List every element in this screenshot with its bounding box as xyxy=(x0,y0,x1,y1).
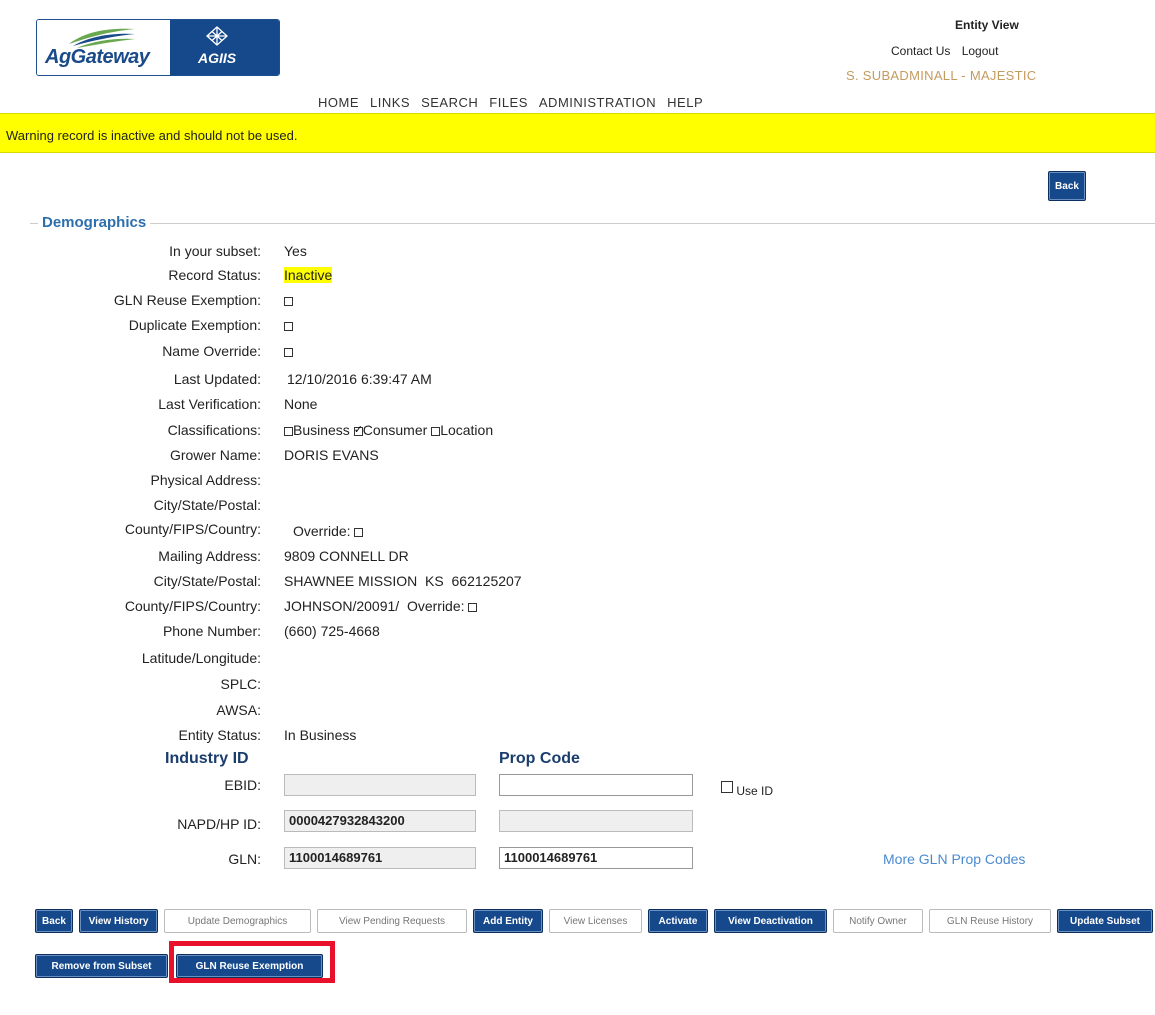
agiis-text: AGIIS xyxy=(198,50,237,66)
back-button-top[interactable]: Back xyxy=(1048,171,1086,201)
remove-from-subset-button[interactable]: Remove from Subset xyxy=(35,954,168,978)
use-id-label: Use ID xyxy=(736,784,774,798)
aggateway-text: AgGateway xyxy=(45,46,150,68)
aggateway-agiis-logo[interactable]: AgGateway AGIIS xyxy=(36,19,280,76)
value-entity-status: In Business xyxy=(284,727,357,743)
value-mailing-county: JOHNSON/20091/ Override: xyxy=(284,598,465,614)
nav-help[interactable]: HELP xyxy=(667,95,703,110)
more-gln-prop-codes-link[interactable]: More GLN Prop Codes xyxy=(883,851,1025,867)
napd-prop-input[interactable] xyxy=(499,810,693,832)
name-override-checkbox[interactable] xyxy=(284,347,293,357)
ebid-prop-input[interactable] xyxy=(499,774,693,796)
aggateway-logo: AgGateway xyxy=(37,20,170,75)
value-record-status: Inactive xyxy=(284,267,333,283)
label-awsa: AWSA: xyxy=(216,702,261,718)
nav-files[interactable]: FILES xyxy=(489,95,528,110)
label-mailing-county: County/FIPS/Country: xyxy=(124,598,261,614)
label-napd-hp-id: NAPD/HP ID: xyxy=(177,816,261,832)
label-gln: GLN: xyxy=(228,851,261,867)
view-deactivation-button[interactable]: View Deactivation xyxy=(714,909,827,933)
value-in-subset: Yes xyxy=(284,243,307,259)
industry-id-header: Industry ID xyxy=(165,750,249,767)
location-checkbox[interactable] xyxy=(431,426,441,436)
label-record-status: Record Status: xyxy=(168,267,261,283)
business-label: Business xyxy=(293,422,350,438)
value-mailing-address: 9809 CONNELL DR xyxy=(284,548,409,564)
label-mailing-address: Mailing Address: xyxy=(158,548,261,564)
label-grower-name: Grower Name: xyxy=(169,447,261,463)
label-gln-reuse-exemption: GLN Reuse Exemption: xyxy=(113,292,261,308)
napd-input[interactable]: 0000427932843200 xyxy=(284,810,476,832)
mailing-county-group: JOHNSON/20091/ Override: xyxy=(284,598,478,614)
label-physical-city: City/State/Postal: xyxy=(153,497,261,513)
duplicate-exemption-checkbox[interactable] xyxy=(284,321,293,331)
label-classifications: Classifications: xyxy=(167,422,261,438)
label-name-override: Name Override: xyxy=(162,343,261,359)
activate-button[interactable]: Activate xyxy=(648,909,708,933)
label-duplicate-exemption: Duplicate Exemption: xyxy=(128,317,261,333)
business-checkbox[interactable] xyxy=(284,426,293,436)
label-physical-address: Physical Address: xyxy=(150,472,262,488)
value-grower-name: DORIS EVANS xyxy=(284,447,379,463)
nav-search[interactable]: SEARCH xyxy=(421,95,478,110)
label-mailing-city: City/State/Postal: xyxy=(153,573,261,589)
notify-owner-button[interactable]: Notify Owner xyxy=(833,909,923,933)
gln-reuse-history-button[interactable]: GLN Reuse History xyxy=(929,909,1051,933)
label-last-verification: Last Verification: xyxy=(158,396,261,412)
label-physical-county: County/FIPS/Country: xyxy=(124,521,261,537)
view-history-button[interactable]: View History xyxy=(79,909,158,933)
diamond-grid-icon xyxy=(206,26,228,46)
nav-links[interactable]: LINKS xyxy=(370,95,410,110)
label-phone: Phone Number: xyxy=(162,623,261,639)
gln-prop-input[interactable]: 1100014689761 xyxy=(499,847,693,869)
value-mailing-city: SHAWNEE MISSION KS 662125207 xyxy=(284,573,522,589)
label-in-subset: In your subset: xyxy=(169,243,261,259)
value-last-verification: None xyxy=(284,396,318,412)
consumer-checkbox[interactable] xyxy=(353,423,363,436)
nav-home[interactable]: HOME xyxy=(318,95,359,110)
update-subset-button[interactable]: Update Subset xyxy=(1057,909,1153,933)
add-entity-button[interactable]: Add Entity xyxy=(473,909,543,933)
nav-administration[interactable]: ADMINISTRATION xyxy=(539,95,656,110)
swoosh-icon xyxy=(69,28,135,48)
warning-text: Warning record is inactive and should no… xyxy=(6,128,298,143)
main-nav: HOME LINKS SEARCH FILES ADMINISTRATION H… xyxy=(318,95,714,110)
label-splc: SPLC: xyxy=(220,676,261,692)
physical-override-checkbox[interactable] xyxy=(354,527,364,537)
label-last-updated: Last Updated: xyxy=(173,371,261,387)
gln-input[interactable]: 1100014689761 xyxy=(284,847,476,869)
contact-us-link[interactable]: Contact Us xyxy=(891,44,950,58)
agiis-logo: AGIIS xyxy=(170,20,279,75)
value-last-updated: 12/10/2016 6:39:47 AM xyxy=(287,371,432,387)
fieldset-border xyxy=(30,223,1155,224)
update-demographics-button[interactable]: Update Demographics xyxy=(164,909,311,933)
ebid-input[interactable] xyxy=(284,774,476,796)
logout-link[interactable]: Logout xyxy=(962,44,999,58)
highlight-box xyxy=(169,941,335,983)
mailing-override-checkbox[interactable] xyxy=(468,602,478,612)
gln-reuse-exemption-checkbox[interactable] xyxy=(284,296,293,306)
back-button[interactable]: Back xyxy=(35,909,73,933)
use-id-group: Use ID xyxy=(721,779,773,798)
label-lat-long: Latitude/Longitude: xyxy=(141,650,261,666)
physical-override-label: Override: xyxy=(293,523,351,539)
use-id-checkbox[interactable] xyxy=(721,780,733,793)
page-title: Entity View xyxy=(955,18,1019,32)
physical-override-group: Override: xyxy=(293,523,364,539)
prop-code-header: Prop Code xyxy=(499,750,580,767)
warning-banner: Warning record is inactive and should no… xyxy=(0,113,1155,153)
demographics-legend: Demographics xyxy=(38,214,151,231)
consumer-label: Consumer xyxy=(362,422,428,438)
label-entity-status: Entity Status: xyxy=(178,727,261,743)
current-user: S. SUBADMINALL - MAJESTIC xyxy=(846,68,1037,83)
label-ebid: EBID: xyxy=(224,777,261,793)
header-links: Contact Us Logout xyxy=(891,44,1006,58)
location-label: Location xyxy=(440,422,494,438)
classifications-group: Business Consumer Location xyxy=(284,422,493,438)
view-pending-requests-button[interactable]: View Pending Requests xyxy=(317,909,467,933)
value-phone: (660) 725-4668 xyxy=(284,623,380,639)
view-licenses-button[interactable]: View Licenses xyxy=(549,909,642,933)
